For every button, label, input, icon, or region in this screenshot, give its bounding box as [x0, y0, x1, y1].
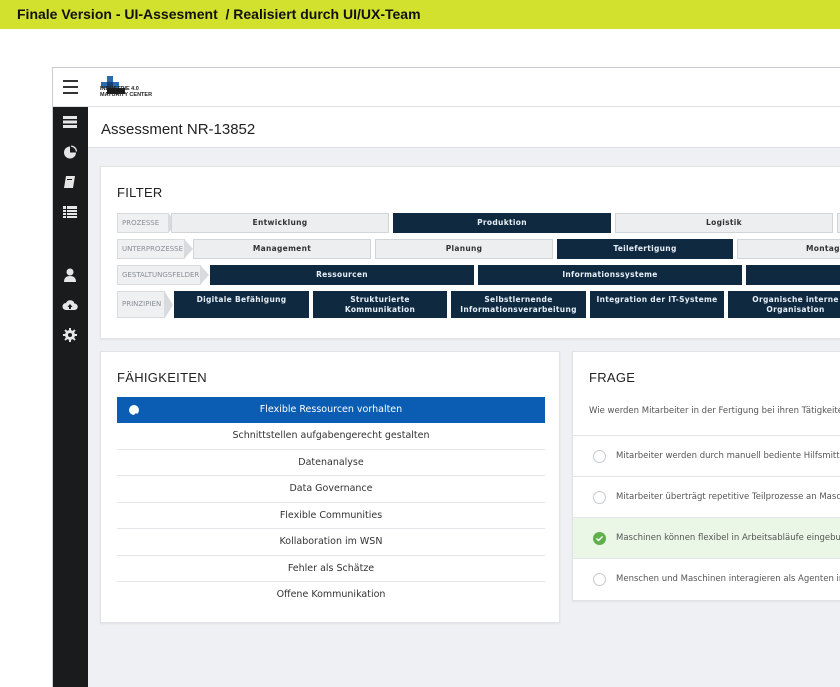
chip-ressourcen[interactable]: Ressourcen: [210, 265, 474, 285]
user-icon[interactable]: [62, 267, 78, 283]
answer-option[interactable]: Mitarbeiter werden durch manuell bedient…: [573, 435, 840, 476]
banner-text: Finale Version - UI-Assesment / Realisie…: [17, 6, 421, 22]
chip-organische-interne-organisation[interactable]: Organische interne Organisation: [728, 291, 840, 318]
cloud-upload-icon[interactable]: [62, 297, 78, 313]
answer-label: Mitarbeiter werden durch manuell bedient…: [616, 451, 840, 461]
pie-chart-icon[interactable]: [62, 144, 78, 160]
filter-row-label: PROZESSE: [117, 213, 177, 233]
capability-item[interactable]: Fehler als Schätze: [117, 556, 545, 582]
check-icon: [129, 405, 139, 418]
answer-option-selected[interactable]: Maschinen können flexibel in Arbeitsablä…: [573, 517, 840, 558]
filter-card: FILTER PROZESSE Entwicklung Produktion L…: [100, 166, 840, 339]
check-circle-icon: [593, 532, 606, 545]
list-icon[interactable]: [62, 114, 78, 130]
radio-icon: [593, 450, 606, 463]
page-title: Assessment NR-13852: [101, 121, 256, 138]
capability-label: Fehler als Schätze: [287, 562, 375, 574]
capability-item[interactable]: Flexible Ressourcen vorhalten: [117, 397, 545, 423]
chip-logistik[interactable]: Logistik: [615, 213, 833, 233]
capability-item[interactable]: Offene Kommunikation: [117, 582, 545, 609]
capabilities-card: FÄHIGKEITEN Flexible Ressourcen vorhalte…: [100, 351, 560, 623]
radio-icon: [593, 491, 606, 504]
question-text: Wie werden Mitarbeiter in der Fertigung …: [589, 406, 840, 416]
chip-management[interactable]: Management: [193, 239, 371, 259]
chip-entwicklung[interactable]: Entwicklung: [171, 213, 389, 233]
logo-line-2: MATURITY CENTER: [100, 92, 153, 98]
answer-label: Menschen und Maschinen interagieren als …: [616, 574, 840, 584]
top-bar: INDUSTRIE 4.0 MATURITY CENTER: [53, 68, 840, 107]
app-window: INDUSTRIE 4.0 MATURITY CENTER Assessment…: [52, 67, 840, 687]
chip-produktion[interactable]: Produktion: [393, 213, 611, 233]
chip-strukturierte-kommunikation[interactable]: Strukturierte Kommunikation: [313, 291, 447, 318]
capability-label: Schnittstellen aufgabengerecht gestalten: [232, 430, 430, 441]
chip-integration-it-systeme[interactable]: Integration der IT-Systeme: [590, 291, 724, 318]
question-title: FRAGE: [589, 370, 636, 385]
sidebar: [53, 107, 88, 687]
chip-informationssysteme[interactable]: Informationssysteme: [478, 265, 742, 285]
answer-option[interactable]: Menschen und Maschinen interagieren als …: [573, 558, 840, 599]
answer-label: Mitarbeiter überträgt repetitive Teilpro…: [616, 492, 840, 502]
gear-icon[interactable]: [62, 327, 78, 343]
capability-label: Datenanalyse: [298, 456, 364, 468]
filter-row-label: UNTERPROZESSE: [117, 239, 193, 259]
book-icon[interactable]: [62, 174, 78, 190]
question-card: FRAGE Wie werden Mitarbeiter in der Fert…: [572, 351, 840, 601]
capability-item[interactable]: Datenanalyse: [117, 450, 545, 476]
chip-montage[interactable]: Montag: [737, 239, 840, 259]
filter-row-label: GESTALTUNGSFELDER: [117, 265, 209, 285]
capabilities-list: Flexible Ressourcen vorhalten Schnittste…: [117, 397, 545, 609]
capability-label: Flexible Communities: [279, 509, 383, 521]
menu-icon[interactable]: [63, 80, 78, 94]
chip-digitale-befaehigung[interactable]: Digitale Befähigung: [174, 291, 309, 318]
chip-planung[interactable]: Planung: [375, 239, 553, 259]
capabilities-title: FÄHIGKEITEN: [117, 370, 207, 385]
capability-item[interactable]: Schnittstellen aufgabengerecht gestalten: [117, 423, 545, 450]
filter-title: FILTER: [117, 185, 163, 200]
radio-icon: [593, 573, 606, 586]
table-icon[interactable]: [62, 204, 78, 220]
top-banner: Finale Version - UI-Assesment / Realisie…: [0, 0, 840, 29]
capability-item[interactable]: Kollaboration im WSN: [117, 529, 545, 556]
capability-label: Flexible Ressourcen vorhalten: [259, 404, 403, 415]
capability-label: Data Governance: [289, 483, 373, 494]
logo-text: INDUSTRIE 4.0 MATURITY CENTER: [100, 86, 170, 98]
capability-item[interactable]: Flexible Communities: [117, 503, 545, 529]
capability-item[interactable]: Data Governance: [117, 476, 545, 503]
chip-gestaltungsfeld-3[interactable]: [746, 265, 840, 285]
answer-option[interactable]: Mitarbeiter überträgt repetitive Teilpro…: [573, 476, 840, 517]
chip-selbstlernende-informationsverarbeitung[interactable]: Selbstlernende Informationsverarbeitung: [451, 291, 586, 318]
filter-row-label: PRINZIPIEN: [117, 291, 173, 318]
capability-label: Offene Kommunikation: [276, 589, 386, 600]
capability-label: Kollaboration im WSN: [279, 536, 383, 547]
answer-label: Maschinen können flexibel in Arbeitsablä…: [616, 533, 840, 543]
page-header: Assessment NR-13852: [88, 107, 840, 148]
chip-teilefertigung[interactable]: Teilefertigung: [557, 239, 733, 259]
